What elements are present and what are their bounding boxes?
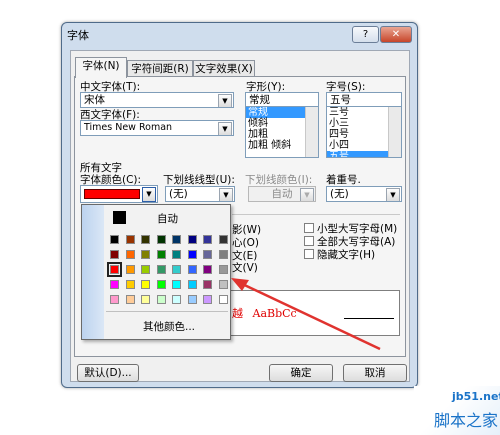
annotation-arrow bbox=[231, 278, 381, 351]
annotation-arrow-shaft bbox=[235, 279, 381, 351]
